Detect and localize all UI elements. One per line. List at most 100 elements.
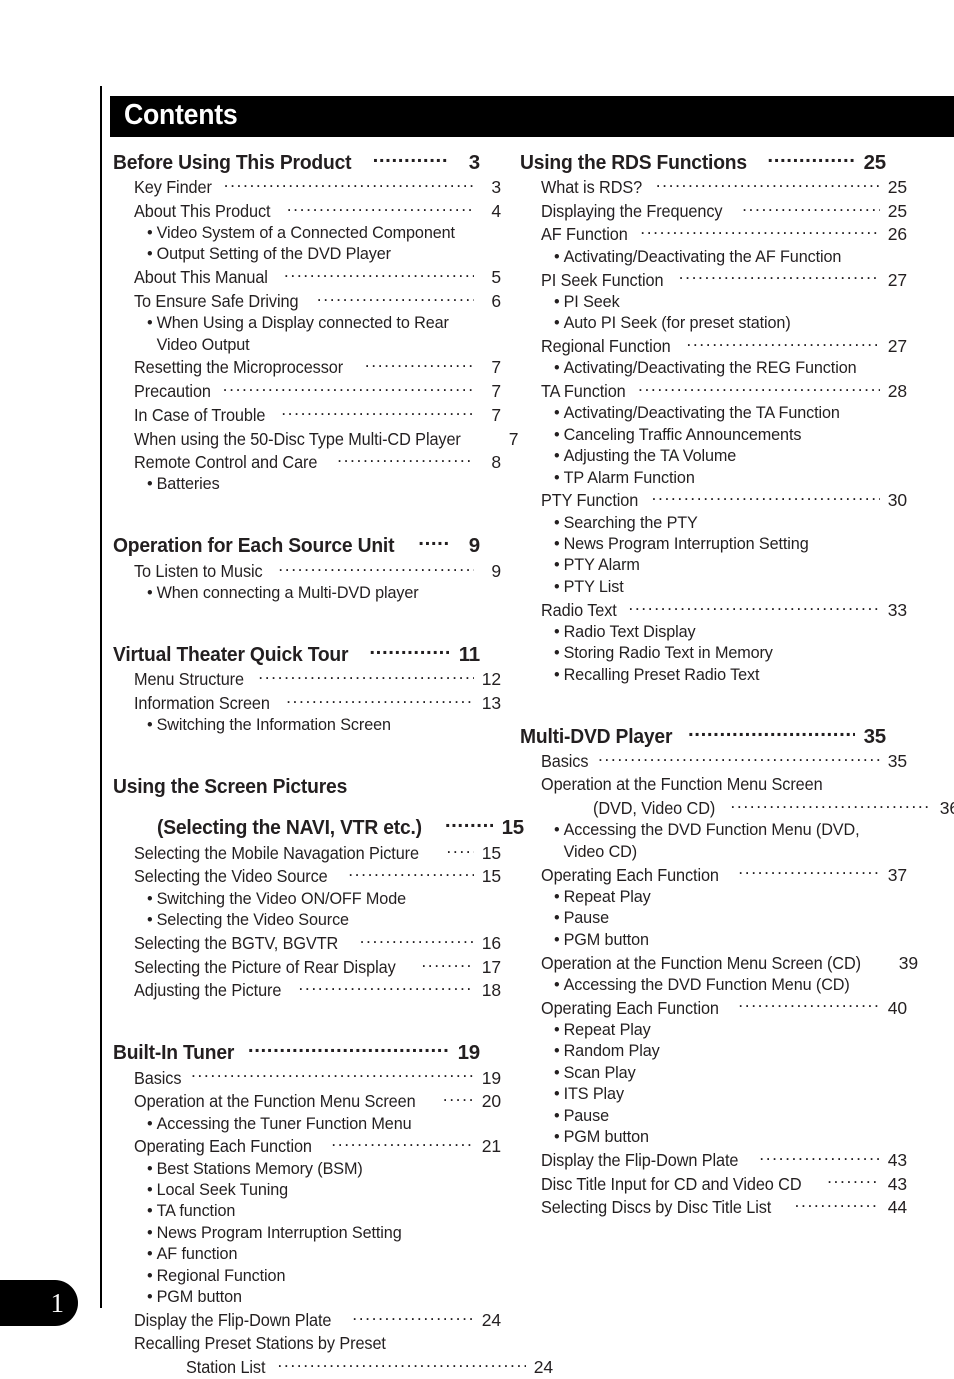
toc-entry-level-0[interactable]: Multi-DVD Player 35 bbox=[520, 722, 886, 750]
toc-entry-level-1[interactable]: Basics 19 bbox=[113, 1066, 501, 1090]
toc-entry-label: To Listen to Music bbox=[134, 560, 263, 581]
toc-entry-level-2[interactable]: • PI Seek bbox=[520, 292, 920, 313]
toc-entry-level-2[interactable]: • Video System of a Connected Component bbox=[113, 223, 514, 244]
toc-entry-page-number: 18 bbox=[481, 980, 501, 1001]
toc-entry-level-1[interactable]: About This Product 4 bbox=[113, 199, 501, 223]
toc-entry-level-1[interactable]: Operation at the Function Menu Screen 20 bbox=[113, 1090, 501, 1114]
toc-entry-level-1[interactable]: Precaution 7 bbox=[113, 380, 501, 404]
bullet-icon: • bbox=[554, 1127, 560, 1146]
toc-entry-level-1[interactable]: Selecting the BGTV, BGVTR 16 bbox=[113, 932, 501, 956]
toc-entry-level-1[interactable]: Operation at the Function Menu Screen (C… bbox=[520, 951, 918, 975]
toc-entry-level-0[interactable]: Operation for Each Source Unit 9 bbox=[113, 532, 480, 560]
toc-entry-level-2[interactable]: • Switching the Information Screen bbox=[113, 715, 514, 736]
toc-entry-level-1[interactable]: PTY Function 30 bbox=[520, 489, 907, 513]
toc-entry-level-2[interactable]: • Canceling Traffic Announcements bbox=[520, 425, 920, 446]
toc-entry-level-1[interactable]: Selecting the Video Source 15 bbox=[113, 865, 501, 889]
toc-entry-level-1[interactable]: Selecting Discs by Disc Title List 44 bbox=[520, 1196, 907, 1220]
toc-entry-level-1[interactable]: Operation at the Function Menu Screen bbox=[520, 773, 907, 796]
toc-entry-level-2[interactable]: • Accessing the DVD Function Menu (CD) bbox=[520, 975, 920, 996]
toc-entry-level-2[interactable]: • News Program Interruption Setting bbox=[520, 534, 920, 555]
toc-entry-level-2[interactable]: • News Program Interruption Setting bbox=[113, 1223, 514, 1244]
toc-entry-level-1[interactable]: Basics 35 bbox=[520, 750, 907, 774]
toc-entry-level-1[interactable]: Station List 24 bbox=[113, 1355, 553, 1379]
toc-entry-level-2[interactable]: • Batteries bbox=[113, 474, 514, 495]
toc-entry-level-1[interactable]: About This Manual 5 bbox=[113, 266, 501, 290]
toc-entry-level-2[interactable]: • Repeat Play bbox=[520, 887, 920, 908]
toc-entry-level-2[interactable]: • Scan Play bbox=[520, 1063, 920, 1084]
toc-entry-level-2[interactable]: • ITS Play bbox=[520, 1084, 920, 1105]
toc-entry-level-1[interactable]: Selecting the Mobile Navagation Picture 1… bbox=[113, 841, 501, 865]
toc-entry-level-1[interactable]: Operating Each Function 37 bbox=[520, 863, 907, 887]
toc-entry-label: Multi-DVD Player bbox=[520, 724, 673, 748]
toc-entry-level-2[interactable]: • Selecting the Video Source bbox=[113, 910, 514, 931]
toc-entry-level-2[interactable]: • Output Setting of the DVD Player bbox=[113, 244, 514, 265]
toc-entry-level-1[interactable]: Display the Flip-Down Plate 24 bbox=[113, 1308, 501, 1332]
toc-entry-level-2[interactable]: • PGM button bbox=[520, 1127, 920, 1148]
page-number: 1 bbox=[50, 1288, 65, 1318]
toc-entry-level-2[interactable]: • Adjusting the TA Volume bbox=[520, 446, 920, 467]
toc-entry-level-2[interactable]: • TP Alarm Function bbox=[520, 468, 920, 489]
toc-entry-level-1[interactable]: Adjusting the Picture 18 bbox=[113, 979, 501, 1003]
toc-entry-level-0[interactable]: Virtual Theater Quick Tour 11 bbox=[113, 640, 480, 668]
toc-entry-level-2[interactable]: • Searching the PTY bbox=[520, 513, 920, 534]
toc-entry-level-2[interactable]: • Accessing the Tuner Function Menu bbox=[113, 1114, 514, 1135]
toc-entry-level-2[interactable]: • Activating/Deactivating the AF Function bbox=[520, 247, 920, 268]
toc-entry-level-1[interactable]: Display the Flip-Down Plate 43 bbox=[520, 1148, 907, 1172]
toc-entry-level-2[interactable]: • Radio Text Display bbox=[520, 622, 920, 643]
toc-entry-level-2[interactable]: • Storing Radio Text in Memory bbox=[520, 643, 920, 664]
toc-entry-level-0[interactable]: Using the RDS Functions 25 bbox=[520, 148, 886, 176]
toc-entry-level-2[interactable]: • Repeat Play bbox=[520, 1020, 920, 1041]
dot-leader bbox=[738, 996, 880, 1014]
toc-entry-level-2[interactable]: • Switching the Video ON/OFF Mode bbox=[113, 889, 514, 910]
toc-entry-level-2[interactable]: • Pause bbox=[520, 908, 920, 929]
toc-entry-level-1[interactable]: To Listen to Music 9 bbox=[113, 559, 501, 583]
toc-entry-level-1[interactable]: Menu Structure 12 bbox=[113, 668, 501, 692]
toc-entry-level-1[interactable]: TA Function 28 bbox=[520, 380, 907, 404]
toc-entry-level-1[interactable]: To Ensure Safe Driving 6 bbox=[113, 289, 501, 313]
toc-entry-level-0[interactable]: (Selecting the NAVI, VTR etc.)15 bbox=[113, 814, 524, 842]
toc-entry-level-2[interactable]: • Recalling Preset Radio Text bbox=[520, 665, 920, 686]
toc-entry-level-2[interactable]: • PGM button bbox=[113, 1287, 514, 1308]
toc-entry-level-2[interactable]: • Regional Function bbox=[113, 1266, 514, 1287]
toc-entry-level-1[interactable]: When using the 50-Disc Type Multi-CD Pla… bbox=[113, 427, 518, 451]
toc-entry-level-1[interactable]: Disc Title Input for CD and Video CD 43 bbox=[520, 1172, 907, 1196]
toc-entry-label: Selecting the Picture of Rear Display bbox=[134, 956, 396, 977]
toc-entry-level-1[interactable]: Displaying the Frequency 25 bbox=[520, 199, 907, 223]
toc-entry-level-1[interactable]: Regional Function 27 bbox=[520, 335, 907, 359]
toc-entry-level-1[interactable]: Radio Text 33 bbox=[520, 598, 907, 622]
toc-entry-level-0[interactable]: Built-In Tuner 19 bbox=[113, 1039, 480, 1067]
toc-entry-level-1[interactable]: Resetting the Microprocessor 7 bbox=[113, 356, 501, 380]
dot-leader bbox=[418, 532, 449, 553]
toc-entry-level-1[interactable]: What is RDS? 25 bbox=[520, 176, 907, 200]
toc-entry-level-2[interactable]: • AF function bbox=[113, 1244, 514, 1265]
toc-entry-level-1[interactable]: Remote Control and Care 8 bbox=[113, 451, 501, 475]
toc-entry-page-number: 43 bbox=[887, 1173, 907, 1194]
toc-entry-level-0[interactable]: Using the Screen Pictures bbox=[113, 773, 480, 800]
toc-entry-level-1[interactable]: Recalling Preset Stations by Preset bbox=[113, 1332, 501, 1355]
toc-entry-level-1[interactable]: In Case of Trouble 7 bbox=[113, 403, 501, 427]
toc-entry-level-2[interactable]: • Random Play bbox=[520, 1041, 920, 1062]
toc-entry-level-2[interactable]: • Accessing the DVD Function Menu (DVD, V… bbox=[520, 820, 920, 863]
toc-entry-level-2[interactable]: • Activating/Deactivating the TA Function bbox=[520, 403, 920, 424]
toc-entry-level-2[interactable]: • PTY List bbox=[520, 577, 920, 598]
toc-entry-level-1[interactable]: Operating Each Function 21 bbox=[113, 1135, 501, 1159]
toc-entry-level-1[interactable]: AF Function 26 bbox=[520, 223, 907, 247]
toc-entry-level-2[interactable]: • Pause bbox=[520, 1106, 920, 1127]
toc-entry-level-2[interactable]: • When connecting a Multi-DVD player bbox=[113, 583, 514, 604]
toc-entry-level-2[interactable]: • When Using a Display connected to Rear … bbox=[113, 313, 514, 356]
toc-entry-level-0[interactable]: Before Using This Product 3 bbox=[113, 148, 480, 176]
toc-entry-level-2[interactable]: • Activating/Deactivating the REG Functio… bbox=[520, 358, 920, 379]
toc-entry-level-2[interactable]: • Auto PI Seek (for preset station) bbox=[520, 313, 920, 334]
toc-entry-level-1[interactable]: Key Finder 3 bbox=[113, 176, 501, 200]
toc-entry-level-1[interactable]: PI Seek Function 27 bbox=[520, 268, 907, 292]
toc-entry-level-2[interactable]: • Best Stations Memory (BSM) bbox=[113, 1159, 514, 1180]
toc-entry-level-2[interactable]: • PTY Alarm bbox=[520, 555, 920, 576]
toc-entry-level-2[interactable]: • TA function bbox=[113, 1201, 514, 1222]
toc-entry-level-1[interactable]: (DVD, Video CD) 36 bbox=[520, 797, 954, 821]
toc-entry-level-1[interactable]: Selecting the Picture of Rear Display 17 bbox=[113, 955, 501, 979]
toc-entry-level-1[interactable]: Information Screen 13 bbox=[113, 692, 501, 716]
toc-entry-level-1[interactable]: Operating Each Function 40 bbox=[520, 996, 907, 1020]
toc-entry-level-2[interactable]: • Local Seek Tuning bbox=[113, 1180, 514, 1201]
toc-entry-level-2[interactable]: • PGM button bbox=[520, 930, 920, 951]
